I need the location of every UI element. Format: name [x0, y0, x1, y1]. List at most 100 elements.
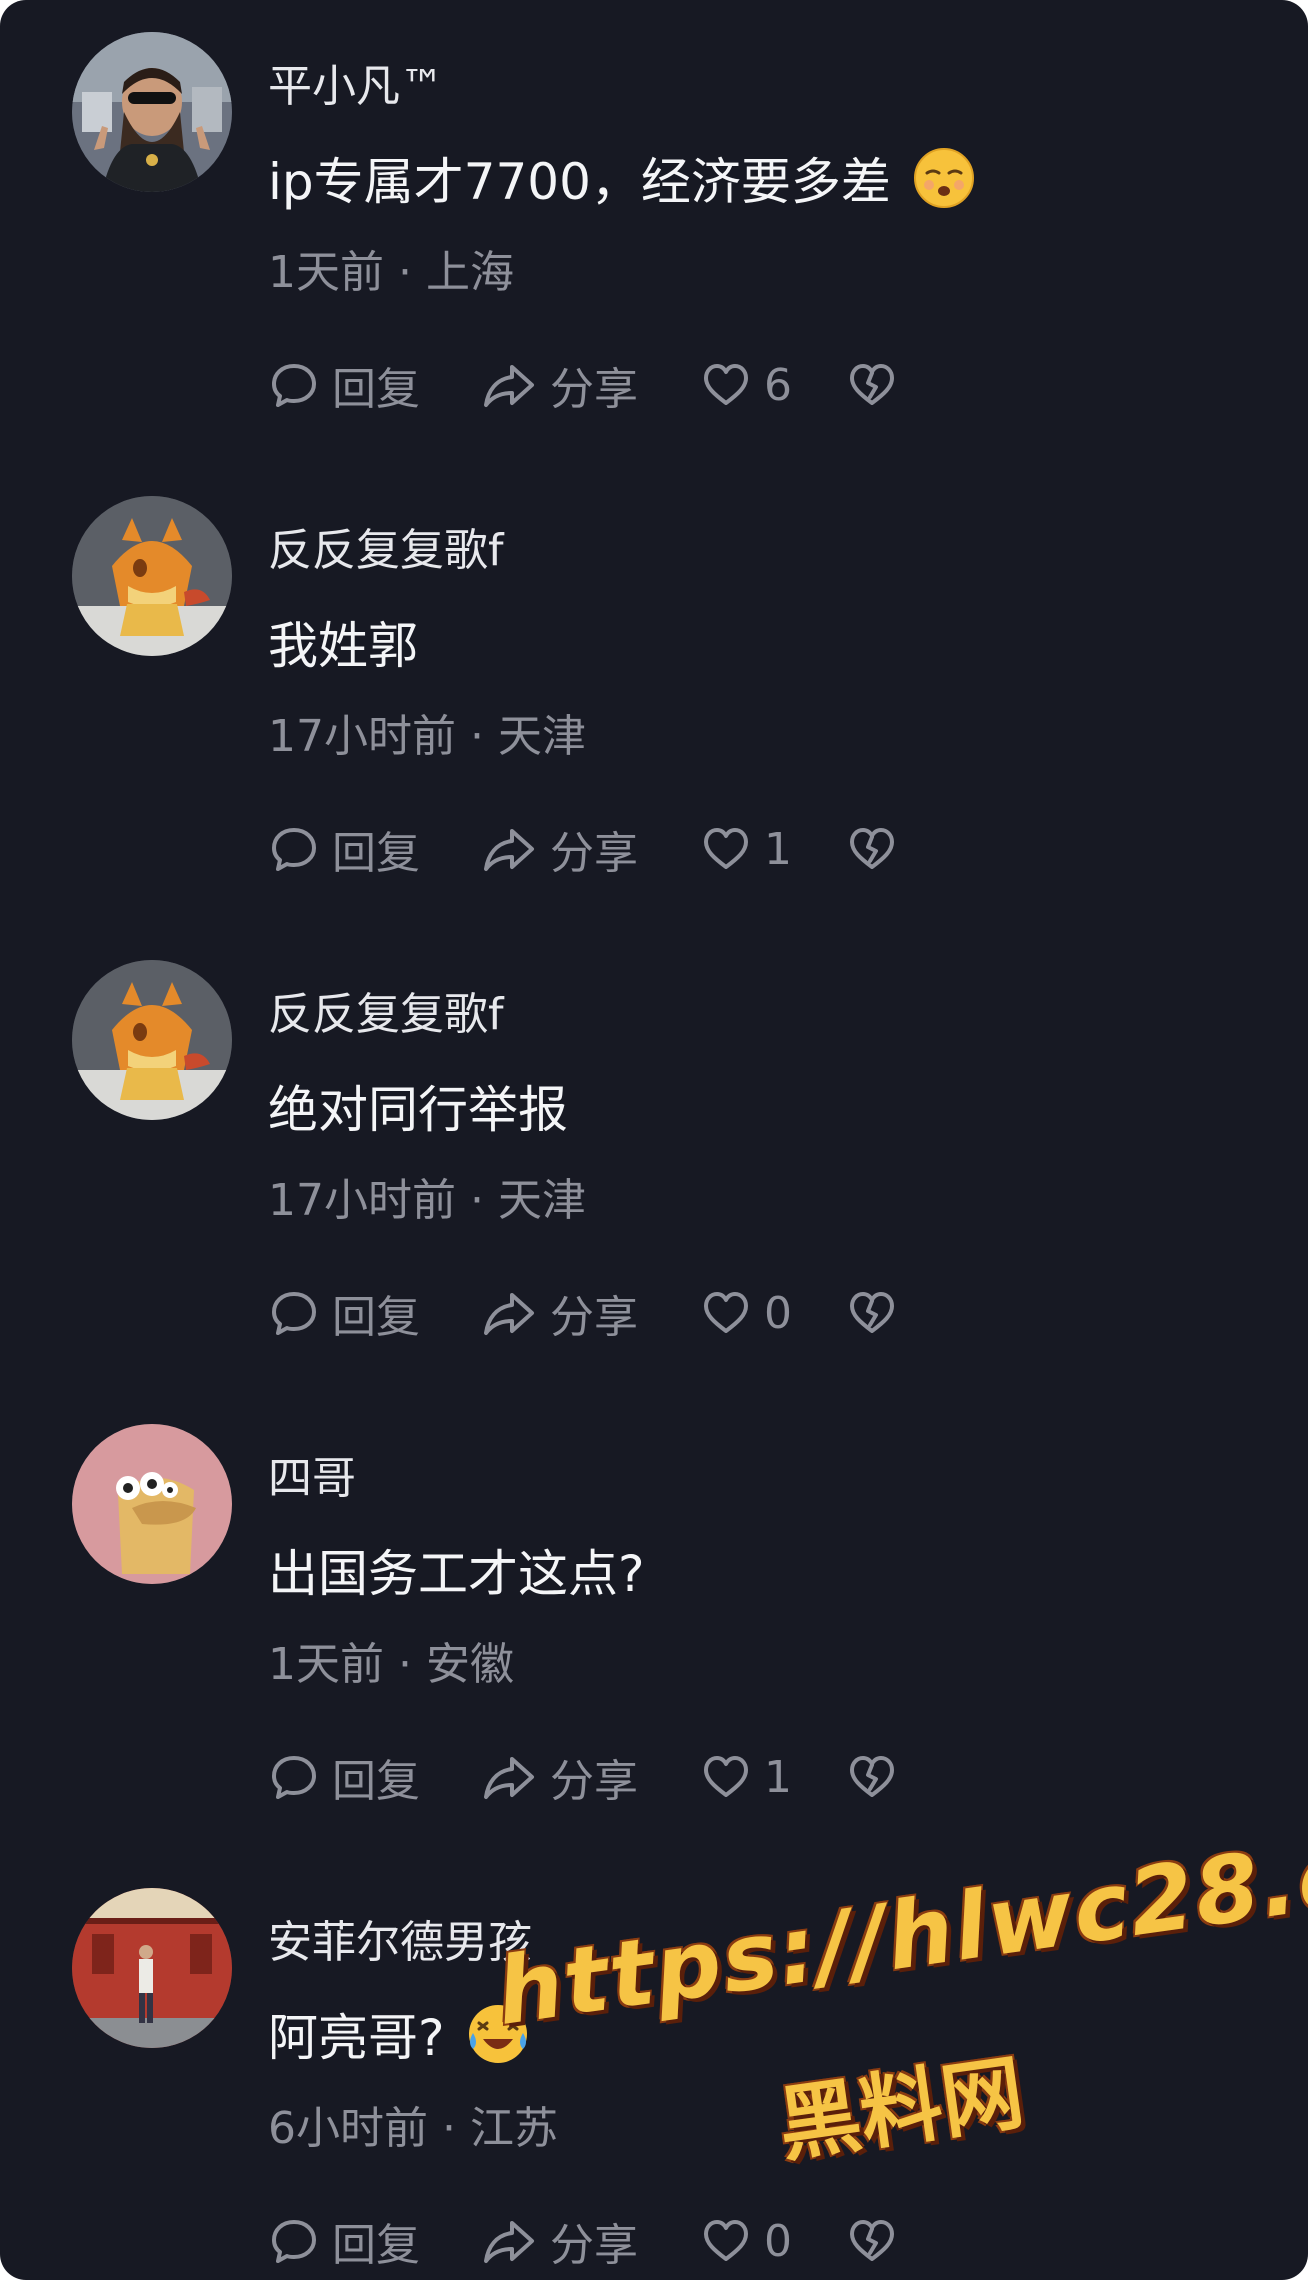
meta-separator: · [398, 247, 426, 298]
username[interactable]: 平小凡™ [268, 50, 444, 114]
reply-label: 回复 [332, 2220, 420, 2271]
reply-label: 回复 [332, 364, 420, 415]
like-button[interactable]: 1 [700, 1747, 792, 1807]
comment-location: 江苏 [469, 2103, 558, 2154]
meta-separator: · [442, 2103, 470, 2154]
chat-bubble-icon [272, 828, 316, 871]
comment-location: 天津 [497, 1175, 586, 1226]
avatar[interactable] [72, 960, 232, 1120]
comment-text: 我姓郭 [268, 617, 418, 675]
like-count: 6 [764, 359, 792, 411]
chat-bubble-icon [272, 364, 316, 407]
share-arrow-icon [484, 2221, 534, 2263]
share-button[interactable]: 分享 [480, 1283, 638, 1343]
like-count: 1 [764, 1751, 792, 1803]
share-label: 分享 [550, 2220, 638, 2271]
heart-icon [704, 1756, 748, 1797]
comment-text-row: 我姓郭 [268, 610, 418, 675]
dislike-button[interactable] [846, 2211, 898, 2271]
comment-actions: 回复 分享 1 [268, 819, 968, 879]
comment-meta: 1天前 · 安徽 [268, 1628, 514, 1692]
comment-time: 17小时前 [268, 711, 456, 762]
share-button[interactable]: 分享 [480, 819, 638, 879]
reply-label: 回复 [332, 1292, 420, 1343]
comment-text-row: 出国务工才这点? [268, 1538, 645, 1603]
comment-meta: 1天前 · 上海 [268, 236, 514, 300]
broken-heart-icon [850, 828, 894, 869]
share-arrow-icon [484, 365, 534, 407]
comment-actions: 回复 分享 0 [268, 1283, 968, 1343]
comment-list-panel: 平小凡™ ip专属才7700，经济要多差 1天前 · 上海 回复 分享 6 反反… [0, 0, 1308, 2280]
comment-text-row: 阿亮哥? [268, 2002, 529, 2067]
avatar[interactable] [72, 496, 232, 656]
share-button[interactable]: 分享 [480, 1747, 638, 1807]
reply-label: 回复 [332, 828, 420, 879]
heart-icon [704, 364, 748, 405]
dislike-button[interactable] [846, 1283, 898, 1343]
comment-item: 反反复复歌f 绝对同行举报 17小时前 · 天津 回复 分享 0 [0, 928, 1308, 1392]
share-label: 分享 [550, 828, 638, 879]
username[interactable]: 安菲尔德男孩 [268, 1906, 532, 1970]
comment-text-row: 绝对同行举报 [268, 1074, 568, 1139]
reply-label: 回复 [332, 1756, 420, 1807]
avatar[interactable] [72, 32, 232, 192]
cartoon-creature-pink-avatar-image [72, 1424, 232, 1584]
share-arrow-icon [484, 829, 534, 871]
comment-text-row: ip专属才7700，经济要多差 [268, 146, 975, 211]
comment-text: 阿亮哥? [268, 2009, 445, 2067]
reply-button[interactable]: 回复 [268, 1747, 420, 1807]
dislike-button[interactable] [846, 1747, 898, 1807]
chat-bubble-icon [272, 2220, 316, 2263]
broken-heart-icon [850, 1292, 894, 1333]
like-button[interactable]: 0 [700, 1283, 792, 1343]
heart-icon [704, 2220, 748, 2261]
comment-actions: 回复 分享 6 [268, 355, 968, 415]
reply-button[interactable]: 回复 [268, 355, 420, 415]
broken-heart-icon [850, 364, 894, 405]
comment-time: 17小时前 [268, 1175, 456, 1226]
comment-time: 6小时前 [268, 2103, 428, 2154]
share-button[interactable]: 分享 [480, 2211, 638, 2271]
comment-item: 平小凡™ ip专属才7700，经济要多差 1天前 · 上海 回复 分享 6 [0, 0, 1308, 464]
comment-time: 1天前 [268, 1639, 384, 1690]
share-button[interactable]: 分享 [480, 355, 638, 415]
laughing-crying-emoji [467, 2003, 529, 2065]
comment-actions: 回复 分享 1 [268, 1747, 968, 1807]
comment-location: 天津 [497, 711, 586, 762]
comment-item: 反反复复歌f 我姓郭 17小时前 · 天津 回复 分享 1 [0, 464, 1308, 928]
like-count: 1 [764, 823, 792, 875]
share-label: 分享 [550, 1292, 638, 1343]
comment-time: 1天前 [268, 247, 384, 298]
like-button[interactable]: 6 [700, 355, 792, 415]
broken-heart-icon [850, 2220, 894, 2261]
dislike-button[interactable] [846, 355, 898, 415]
username[interactable]: 四哥 [268, 1442, 356, 1506]
comment-item: 安菲尔德男孩 阿亮哥? 6小时前 · 江苏 回复 分享 0 [0, 1856, 1308, 2280]
comment-location: 上海 [425, 247, 514, 298]
dislike-button[interactable] [846, 819, 898, 879]
person-red-building-avatar-image [72, 1888, 232, 2048]
like-count: 0 [764, 2215, 792, 2267]
username[interactable]: 反反复复歌f [268, 978, 504, 1042]
reply-button[interactable]: 回复 [268, 819, 420, 879]
share-arrow-icon [484, 1757, 534, 1799]
orange-fox-toy-avatar-image [72, 960, 232, 1120]
like-count: 0 [764, 1287, 792, 1339]
avatar[interactable] [72, 1424, 232, 1584]
comment-meta: 17小时前 · 天津 [268, 1164, 586, 1228]
like-button[interactable]: 0 [700, 2211, 792, 2271]
reply-button[interactable]: 回复 [268, 2211, 420, 2271]
share-label: 分享 [550, 364, 638, 415]
comment-text: 出国务工才这点? [268, 1545, 645, 1603]
broken-heart-icon [850, 1756, 894, 1797]
avatar[interactable] [72, 1888, 232, 2048]
like-button[interactable]: 1 [700, 819, 792, 879]
reply-button[interactable]: 回复 [268, 1283, 420, 1343]
comment-text: 绝对同行举报 [268, 1081, 568, 1139]
sleepy-face-emoji [913, 147, 975, 209]
username[interactable]: 反反复复歌f [268, 514, 504, 578]
heart-icon [704, 1292, 748, 1333]
comment-actions: 回复 分享 0 [268, 2211, 968, 2271]
meta-separator: · [470, 711, 498, 762]
comment-meta: 17小时前 · 天津 [268, 700, 586, 764]
